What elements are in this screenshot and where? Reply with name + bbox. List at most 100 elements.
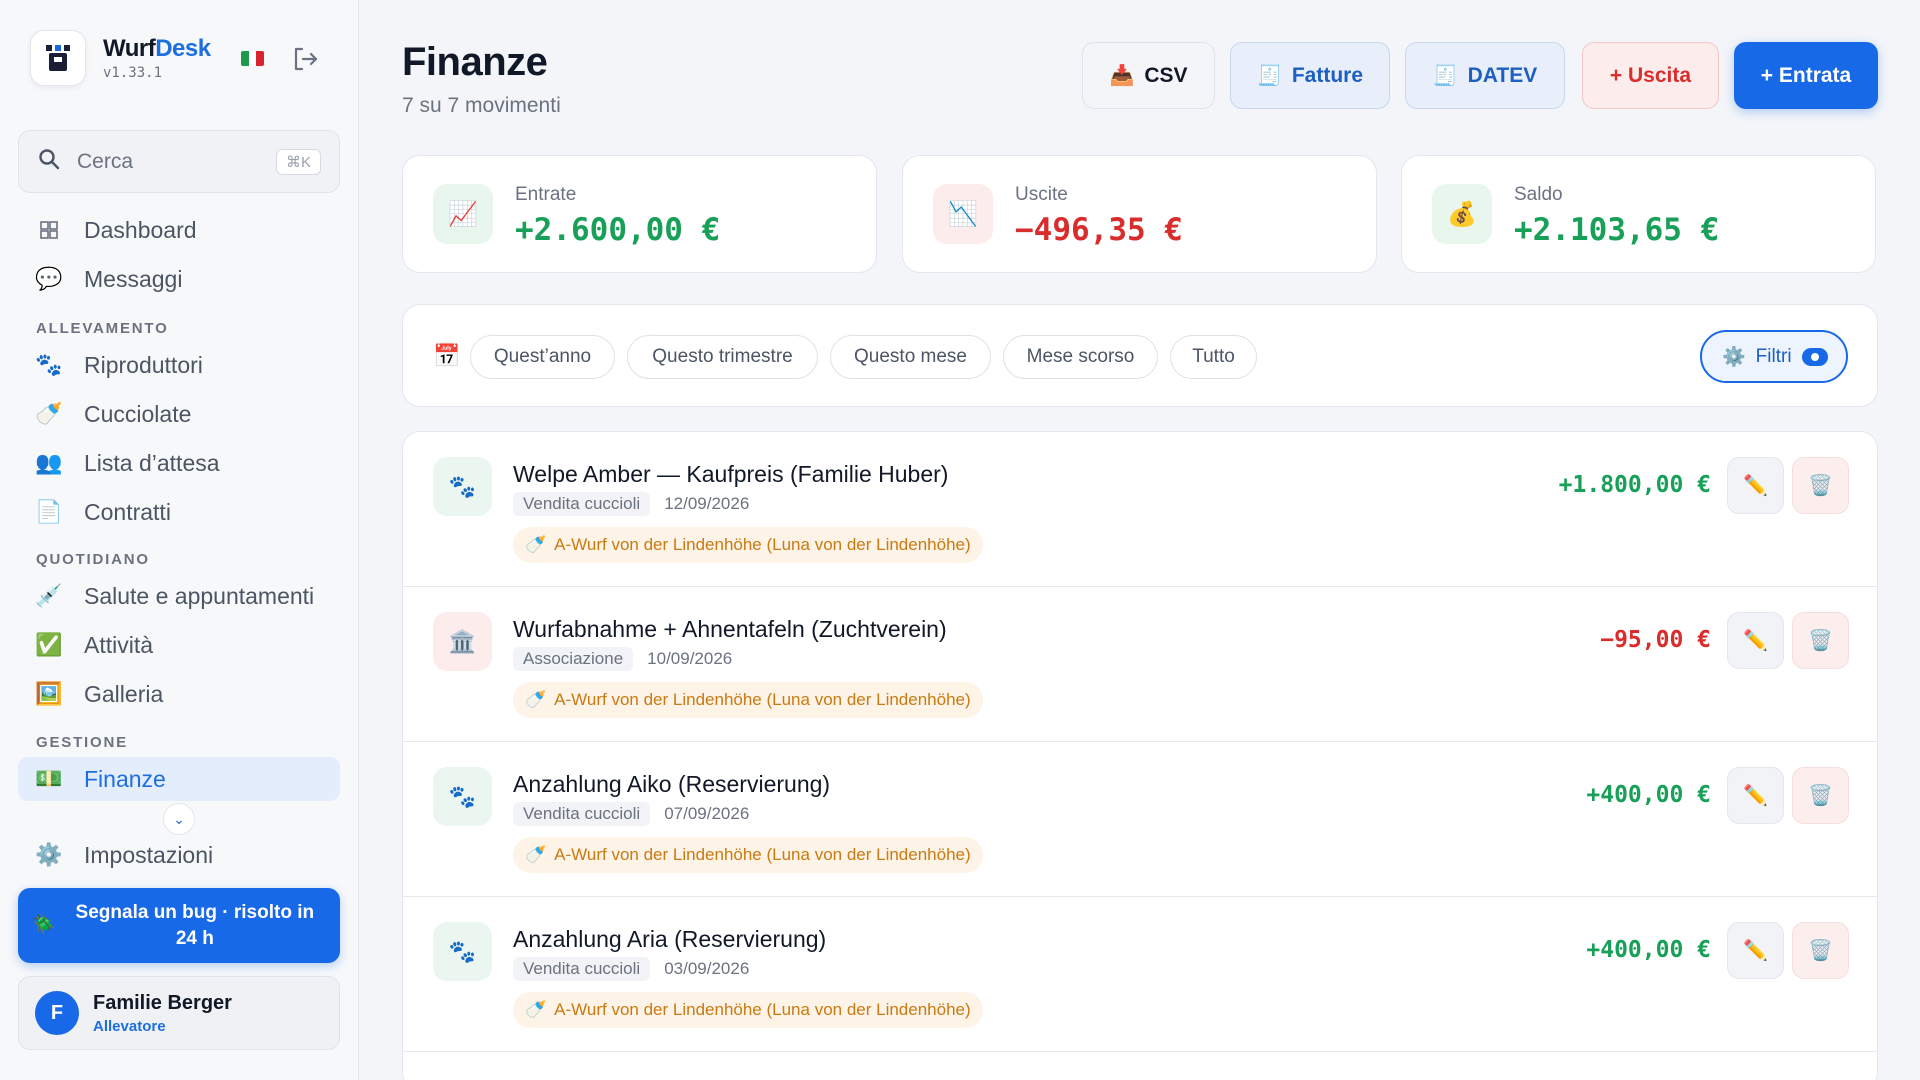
delete-button[interactable]: 🗑️ (1792, 457, 1849, 514)
logout-icon[interactable] (290, 44, 320, 74)
sidebar-item-label: Galleria (84, 680, 164, 707)
pencil-icon: ✏️ (1743, 940, 1768, 962)
edit-button[interactable]: ✏️ (1727, 767, 1784, 824)
report-bug-label: Segnala un bug · risolto in 24 h (75, 901, 315, 949)
transaction-row[interactable]: 🏛️ Wurfabnahme + Ahnentafeln (Zuchtverei… (403, 587, 1877, 742)
sidebar-item-contracts[interactable]: 📄 Contratti (18, 490, 340, 534)
stat-label: Saldo (1514, 184, 1563, 205)
paw-icon: 🐾 (35, 352, 63, 377)
banknote-icon: 💵 (35, 766, 63, 791)
transaction-title: Welpe Amber — Kaufpreis (Familie Huber) (513, 461, 949, 487)
transaction-row[interactable]: 🐾 Anzahlung Aria (Reservierung) Vendita … (403, 897, 1877, 1052)
people-icon: 👥 (35, 450, 63, 475)
sidebar-item-label: Messaggi (84, 265, 183, 292)
speech-bubble-icon: 💬 (35, 266, 63, 291)
sidebar-item-breeders[interactable]: 🐾 Riproduttori (18, 343, 340, 387)
sidebar-item-gallery[interactable]: 🖼️ Galleria (18, 672, 340, 716)
invoices-button[interactable]: 🧾 Fatture (1230, 42, 1390, 109)
add-income-button[interactable]: + Entrata (1734, 42, 1878, 109)
datev-export-button[interactable]: 🧾 DATEV (1405, 42, 1565, 109)
transaction-date: 12/09/2026 (664, 494, 750, 513)
chevron-down-icon[interactable]: ⌄ (163, 803, 195, 835)
stat-card-income: 📈 Entrate +2.600,00 € (402, 155, 877, 273)
chart-increasing-icon: 📈 (433, 184, 493, 244)
pencil-icon: ✏️ (1743, 630, 1768, 652)
transaction-amount: +400,00 € (1586, 782, 1711, 808)
search-button[interactable]: Cerca ⌘K (18, 130, 340, 193)
filter-bar: 📅 Quest’anno Questo trimestre Questo mes… (402, 304, 1878, 407)
gear-icon: ⚙️ (35, 842, 63, 867)
filters-button[interactable]: ⚙️ Filtri (1700, 330, 1848, 383)
add-expense-button[interactable]: + Uscita (1582, 42, 1719, 109)
trash-icon: 🗑️ (1808, 940, 1833, 962)
transaction-list: 🐾 Welpe Amber — Kaufpreis (Familie Huber… (402, 431, 1878, 1080)
litter-tag[interactable]: 🍼 A-Wurf von der Lindenhöhe (Luna von de… (513, 837, 983, 873)
pencil-icon: ✏️ (1743, 475, 1768, 497)
sidebar-item-finance[interactable]: 💵 Finanze (18, 757, 340, 801)
language-flag-icon[interactable] (241, 51, 264, 66)
transaction-row[interactable]: 🐾 Anzahlung Aiko (Reservierung) Vendita … (403, 742, 1877, 897)
sidebar-item-messages[interactable]: 💬 Messaggi (18, 257, 340, 301)
page-title: Finanze (402, 40, 548, 84)
sidebar-item-tasks[interactable]: ✅ Attività (18, 623, 340, 667)
sidebar-item-dashboard[interactable]: Dashboard (18, 208, 340, 252)
filters-label: Filtri (1755, 345, 1792, 367)
transaction-amount: +1.800,00 € (1558, 472, 1711, 498)
transaction-row[interactable]: 🐾 Welpe Amber — Kaufpreis (Familie Huber… (403, 432, 1877, 587)
trash-icon: 🗑️ (1808, 475, 1833, 497)
calendar-icon: 📅 (433, 343, 461, 368)
baby-bottle-icon: 🍼 (525, 690, 547, 709)
transaction-amount: +400,00 € (1586, 937, 1711, 963)
report-bug-button[interactable]: 🪲 Segnala un bug · risolto in 24 h (18, 888, 340, 963)
sidebar-item-settings[interactable]: ⚙️ Impostazioni (18, 833, 340, 877)
inbox-tray-icon: 📥 (1109, 65, 1135, 87)
stat-value: −496,35 € (1015, 212, 1183, 248)
filter-chip-this-quarter[interactable]: Questo trimestre (627, 335, 818, 379)
sidebar-item-label: Finanze (84, 765, 166, 792)
transaction-category: Vendita cuccioli (513, 802, 651, 826)
delete-button[interactable]: 🗑️ (1792, 767, 1849, 824)
sidebar-item-waitlist[interactable]: 👥 Lista d’attesa (18, 441, 340, 485)
edit-button[interactable]: ✏️ (1727, 612, 1784, 669)
transaction-title: Wurfabnahme + Ahnentafeln (Zuchtverein) (513, 616, 947, 642)
delete-button[interactable]: 🗑️ (1792, 612, 1849, 669)
datev-label: DATEV (1467, 63, 1538, 87)
checkmark-icon: ✅ (35, 632, 63, 657)
section-header-breeding: ALLEVAMENTO (36, 320, 169, 337)
filter-chip-all[interactable]: Tutto (1170, 335, 1257, 379)
sidebar-item-label: Lista d’attesa (84, 449, 220, 476)
export-csv-label: CSV (1144, 63, 1188, 87)
delete-button[interactable]: 🗑️ (1792, 922, 1849, 979)
litter-tag-label: A-Wurf von der Lindenhöhe (Luna von der … (554, 845, 971, 864)
search-label: Cerca (77, 149, 134, 173)
grid-icon (34, 215, 64, 245)
transaction-category: Vendita cuccioli (513, 492, 651, 516)
sidebar-item-label: Attività (84, 631, 154, 658)
paw-icon: 🐾 (433, 922, 492, 981)
section-header-daily: QUOTIDIANO (36, 551, 150, 568)
invoices-label: Fatture (1291, 63, 1364, 87)
edit-button[interactable]: ✏️ (1727, 457, 1784, 514)
edit-button[interactable]: ✏️ (1727, 922, 1784, 979)
baby-bottle-icon: 🍼 (525, 535, 547, 554)
brand[interactable]: WurfDesk v1.33.1 (30, 30, 211, 86)
litter-tag[interactable]: 🍼 A-Wurf von der Lindenhöhe (Luna von de… (513, 992, 983, 1028)
trash-icon: 🗑️ (1808, 785, 1833, 807)
user-card[interactable]: F Familie Berger Allevatore (18, 976, 340, 1050)
stat-card-expenses: 📉 Uscite −496,35 € (902, 155, 1377, 273)
filter-chip-last-month[interactable]: Mese scorso (1003, 335, 1158, 379)
picture-icon: 🖼️ (35, 681, 63, 706)
litter-tag-label: A-Wurf von der Lindenhöhe (Luna von der … (554, 535, 971, 554)
sidebar-item-litters[interactable]: 🍼 Cucciolate (18, 392, 340, 436)
sidebar-item-health[interactable]: 💉 Salute e appuntamenti (18, 574, 340, 618)
transaction-date: 03/09/2026 (664, 959, 750, 978)
gear-icon: ⚙️ (1722, 346, 1746, 368)
filter-chip-this-year[interactable]: Quest’anno (470, 335, 615, 379)
litter-tag[interactable]: 🍼 A-Wurf von der Lindenhöhe (Luna von de… (513, 682, 983, 718)
app-version: v1.33.1 (103, 65, 163, 81)
litter-tag-label: A-Wurf von der Lindenhöhe (Luna von der … (554, 1000, 971, 1019)
litter-tag[interactable]: 🍼 A-Wurf von der Lindenhöhe (Luna von de… (513, 527, 983, 563)
export-csv-button[interactable]: 📥 CSV (1082, 42, 1215, 109)
filter-chip-this-month[interactable]: Questo mese (830, 335, 991, 379)
transaction-date: 10/09/2026 (647, 649, 733, 668)
